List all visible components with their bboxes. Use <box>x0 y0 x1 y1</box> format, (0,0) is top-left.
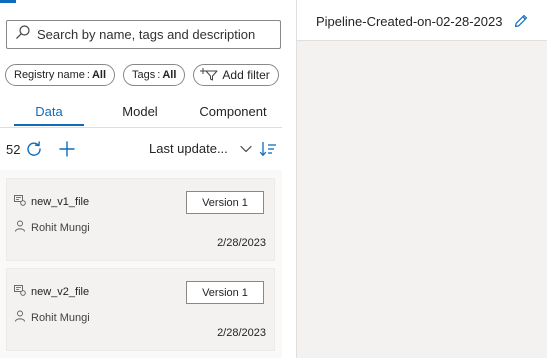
registry-filter-label: Registry name <box>14 69 85 81</box>
chevron-down-icon <box>228 141 252 156</box>
pipeline-header: Pipeline-Created-on-02-28-2023 <box>297 0 547 41</box>
active-tab-underline <box>14 124 84 126</box>
sort-order-button[interactable] <box>259 140 277 163</box>
asset-date: 2/28/2023 <box>217 237 266 249</box>
filter-bar: Registry name: All Tags: All Add filter <box>5 64 279 86</box>
person-icon <box>14 220 31 235</box>
registry-filter-value: All <box>91 69 107 81</box>
add-asset-button[interactable] <box>58 140 76 163</box>
asset-count: 52 <box>6 142 21 157</box>
asset-card-author: Rohit Mungi <box>14 220 90 235</box>
refresh-button[interactable] <box>25 140 43 163</box>
dataset-icon <box>14 284 31 299</box>
tab-model[interactable]: Model <box>107 104 173 119</box>
list-toolbar: 52 Last update... <box>0 137 282 163</box>
pipeline-canvas[interactable]: Pipeline-Created-on-02-28-2023 <box>297 0 547 358</box>
version-dropdown[interactable]: Version 1 <box>186 191 264 214</box>
person-icon <box>14 310 31 325</box>
asset-list: new_v1_file Rohit Mungi Version 1 2/28/2… <box>0 170 282 358</box>
tags-filter-value: All <box>162 69 177 81</box>
tab-data[interactable]: Data <box>14 104 84 119</box>
refresh-icon <box>25 141 43 162</box>
asset-type-tabs: Data Model Component <box>0 100 282 128</box>
active-indicator <box>0 0 16 3</box>
asset-card[interactable]: new_v2_file Rohit Mungi Version 1 2/28/2… <box>6 268 275 351</box>
asset-card[interactable]: new_v1_file Rohit Mungi Version 1 2/28/2… <box>6 178 275 261</box>
tags-filter-pill[interactable]: Tags: All <box>123 64 186 86</box>
plus-icon <box>58 141 76 162</box>
asset-date: 2/28/2023 <box>217 327 266 339</box>
author-name: Rohit Mungi <box>31 311 90 324</box>
asset-card-author: Rohit Mungi <box>14 310 90 325</box>
registry-filter-pill[interactable]: Registry name: All <box>5 64 116 86</box>
asset-card-title: new_v2_file <box>14 284 89 299</box>
asset-name: new_v1_file <box>31 195 90 208</box>
author-name: Rohit Mungi <box>31 221 90 234</box>
search-input[interactable] <box>37 27 267 42</box>
search-box[interactable] <box>6 20 281 49</box>
tab-component[interactable]: Component <box>192 104 274 119</box>
registry-filter-separator: : <box>86 69 90 81</box>
sort-icon <box>259 142 277 162</box>
dataset-icon <box>14 194 31 209</box>
asset-card-title: new_v1_file <box>14 194 89 209</box>
tags-filter-separator: : <box>157 69 161 81</box>
asset-name: new_v2_file <box>31 285 90 298</box>
pipeline-title: Pipeline-Created-on-02-28-2023 <box>316 14 503 29</box>
tags-filter-label: Tags <box>132 69 156 81</box>
pencil-icon <box>513 14 529 33</box>
sort-dropdown-value: Last update... <box>149 141 228 156</box>
filter-icon <box>200 67 222 84</box>
version-dropdown[interactable]: Version 1 <box>186 281 264 304</box>
sort-dropdown[interactable]: Last update... <box>149 141 252 156</box>
asset-library-panel: Registry name:All Tags:All Add filter Da… <box>0 0 282 358</box>
edit-title-button[interactable] <box>513 13 529 34</box>
add-filter-button[interactable]: Add filter <box>193 64 279 86</box>
search-icon <box>15 24 31 45</box>
add-filter-label: Add filter <box>222 68 270 82</box>
